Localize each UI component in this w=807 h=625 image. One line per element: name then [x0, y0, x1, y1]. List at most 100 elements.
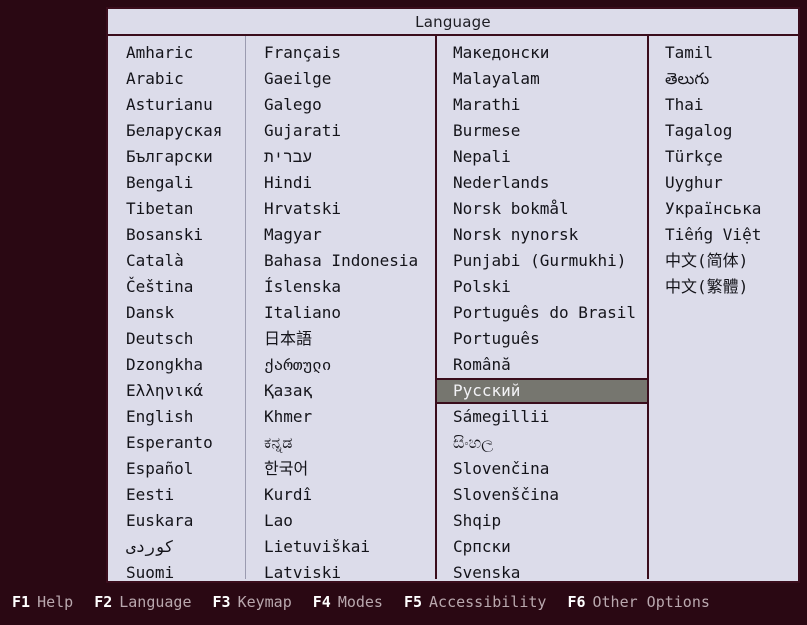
language-item[interactable]: Polski	[437, 274, 647, 300]
language-item[interactable]: Қазақ	[246, 378, 435, 404]
language-item[interactable]: 日本語	[246, 326, 435, 352]
language-item[interactable]: Dansk	[108, 300, 245, 326]
language-item[interactable]: Norsk nynorsk	[437, 222, 647, 248]
language-item[interactable]: Khmer	[246, 404, 435, 430]
language-item[interactable]: Bosanski	[108, 222, 245, 248]
language-item[interactable]: Suomi	[108, 560, 245, 579]
function-key-label: F4	[312, 593, 331, 611]
language-dialog: Language Amharic Arabic Asturianu Беларуска…	[106, 7, 800, 583]
function-key-label: F6	[567, 593, 586, 611]
language-item[interactable]: Kurdî	[246, 482, 435, 508]
language-item[interactable]: తెలుగు	[649, 66, 798, 92]
language-item[interactable]: Punjabi (Gurmukhi)	[437, 248, 647, 274]
language-column-0[interactable]: Amharic Arabic Asturianu Беларуская Българск…	[108, 36, 245, 579]
language-item[interactable]: Tibetan	[108, 196, 245, 222]
language-item[interactable]: English	[108, 404, 245, 430]
function-key-description: Help	[37, 593, 74, 611]
function-key-description: Accessibility	[429, 593, 547, 611]
language-item[interactable]: Română	[437, 352, 647, 378]
language-item[interactable]: Eesti	[108, 482, 245, 508]
language-column-1[interactable]: Français Gaeilge Galego Gujarati עברית Hindi H…	[245, 36, 435, 579]
language-item[interactable]: Nepali	[437, 144, 647, 170]
function-key-bar: F1 Help F2 Language F3 Keymap F4 Modes F5 Accessi…	[0, 588, 807, 616]
dialog-titlebar: Language	[108, 9, 798, 36]
language-item[interactable]: Українська	[649, 196, 798, 222]
function-key-f3[interactable]: F3 Keymap	[213, 593, 292, 611]
language-item[interactable]: Português do Brasil	[437, 300, 647, 326]
function-key-description: Keymap	[237, 593, 292, 611]
language-item[interactable]: Esperanto	[108, 430, 245, 456]
function-key-description: Modes	[337, 593, 383, 611]
language-item[interactable]: Shqip	[437, 508, 647, 534]
function-key-label: F5	[403, 593, 423, 611]
function-key-description: Other Options	[592, 593, 710, 611]
function-key-f5[interactable]: F5 Accessibility	[404, 593, 546, 611]
language-item[interactable]: Marathi	[437, 92, 647, 118]
language-item[interactable]: Norsk bokmål	[437, 196, 647, 222]
language-item[interactable]: ಕನ್ನಡ	[246, 430, 435, 456]
language-item[interactable]: Arabic	[108, 66, 245, 92]
function-key-f4[interactable]: F4 Modes	[313, 593, 383, 611]
language-item[interactable]: Svenska	[437, 560, 647, 579]
language-item[interactable]: Íslenska	[246, 274, 435, 300]
language-item[interactable]: Galego	[246, 92, 435, 118]
language-item[interactable]: Français	[246, 40, 435, 66]
language-item[interactable]: עברית	[246, 144, 435, 170]
language-item[interactable]: Bengali	[108, 170, 245, 196]
language-column-2[interactable]: Македонски Malayalam Marathi Burmese Nepali N…	[435, 36, 647, 579]
language-item-selected[interactable]: Русский	[437, 378, 647, 404]
language-item[interactable]: Беларуская	[108, 118, 245, 144]
language-item[interactable]: Magyar	[246, 222, 435, 248]
language-item[interactable]: 中文(繁體)	[649, 274, 798, 300]
language-item[interactable]: Lietuviškai	[246, 534, 435, 560]
language-item[interactable]: Türkçe	[649, 144, 798, 170]
language-item[interactable]: کوردی	[108, 534, 245, 560]
language-item[interactable]: 中文(简体)	[649, 248, 798, 274]
language-item[interactable]: Gaeilge	[246, 66, 435, 92]
language-item[interactable]: Português	[437, 326, 647, 352]
language-item[interactable]: Hindi	[246, 170, 435, 196]
function-key-label: F1	[12, 593, 31, 611]
language-item[interactable]: Deutsch	[108, 326, 245, 352]
language-item[interactable]: Español	[108, 456, 245, 482]
function-key-description: Language	[119, 593, 192, 611]
language-item[interactable]: Thai	[649, 92, 798, 118]
language-item[interactable]: Català	[108, 248, 245, 274]
language-item[interactable]: Slovenčina	[437, 456, 647, 482]
language-item[interactable]: Euskara	[108, 508, 245, 534]
language-item[interactable]: Uyghur	[649, 170, 798, 196]
language-item[interactable]: Tagalog	[649, 118, 798, 144]
language-column-3[interactable]: Tamil తెలుగు Thai Tagalog Türkçe Uyghur Україн…	[647, 36, 798, 579]
language-item[interactable]: Ελληνικά	[108, 378, 245, 404]
function-key-f6[interactable]: F6 Other Options	[567, 593, 709, 611]
language-item[interactable]: Македонски	[437, 40, 647, 66]
language-item[interactable]: Amharic	[108, 40, 245, 66]
language-item[interactable]: Italiano	[246, 300, 435, 326]
language-item[interactable]: Slovenščina	[437, 482, 647, 508]
language-item[interactable]: Tamil	[649, 40, 798, 66]
language-item[interactable]: Српски	[437, 534, 647, 560]
language-item[interactable]: Lao	[246, 508, 435, 534]
language-item[interactable]: ქართული	[246, 352, 435, 378]
language-item[interactable]: Sámegillii	[437, 404, 647, 430]
function-key-label: F2	[94, 593, 113, 611]
page-title: Language	[415, 12, 491, 31]
language-item[interactable]: Hrvatski	[246, 196, 435, 222]
language-item[interactable]: Čeština	[108, 274, 245, 300]
function-key-label: F3	[212, 593, 231, 611]
language-list[interactable]: Amharic Arabic Asturianu Беларуская Българск…	[108, 36, 798, 579]
language-item[interactable]: Malayalam	[437, 66, 647, 92]
language-item[interactable]: Bahasa Indonesia	[246, 248, 435, 274]
language-item[interactable]: 한국어	[246, 456, 435, 482]
language-item[interactable]: Български	[108, 144, 245, 170]
language-item[interactable]: Latviski	[246, 560, 435, 579]
language-item[interactable]: සිංහල	[437, 430, 647, 456]
function-key-f1[interactable]: F1 Help	[12, 593, 73, 611]
language-item[interactable]: Tiếng Việt	[649, 222, 798, 248]
language-item[interactable]: Gujarati	[246, 118, 435, 144]
language-item[interactable]: Burmese	[437, 118, 647, 144]
function-key-f2[interactable]: F2 Language	[94, 593, 191, 611]
language-item[interactable]: Nederlands	[437, 170, 647, 196]
language-item[interactable]: Dzongkha	[108, 352, 245, 378]
language-item[interactable]: Asturianu	[108, 92, 245, 118]
